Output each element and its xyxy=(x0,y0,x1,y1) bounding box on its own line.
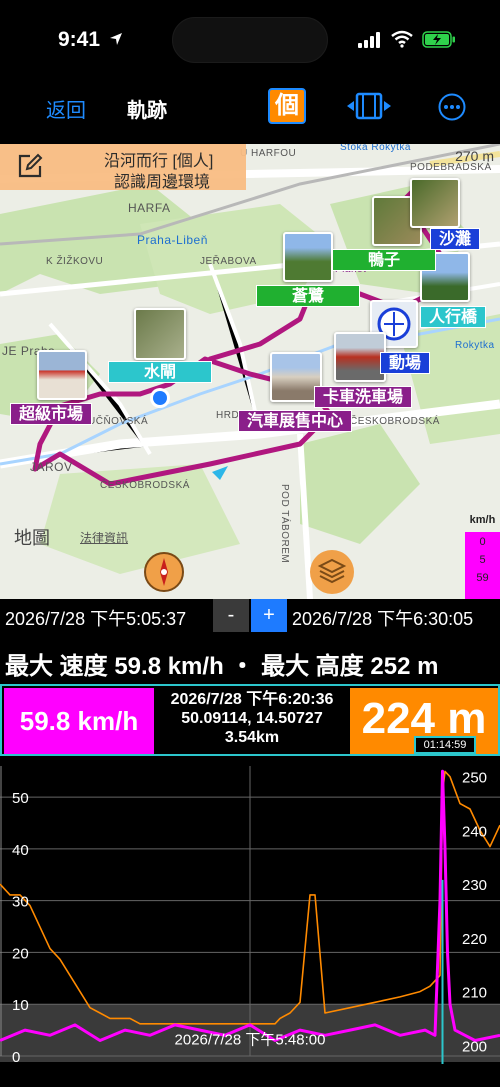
compass-icon xyxy=(160,558,168,586)
place-photo[interactable] xyxy=(334,332,386,382)
personal-mode-button[interactable]: 個 xyxy=(268,88,306,124)
start-time: 2026/7/28 下午5:05:37 xyxy=(5,609,187,629)
point-coordinates: 50.09114, 14.50727 xyxy=(181,710,323,727)
battery-icon xyxy=(422,31,455,48)
street-label: ČESKOBRODSKÁ xyxy=(350,416,440,427)
place-tag-beach[interactable]: 沙灘 xyxy=(430,228,481,250)
decrease-range-button[interactable]: - xyxy=(213,599,249,632)
street-label: JEŘABOVA xyxy=(200,256,257,267)
street-label: Stoka Rokytka xyxy=(340,144,411,153)
location-arrow-icon xyxy=(110,33,122,45)
chart-left-tick-label: 30 xyxy=(12,894,29,911)
chart-canvas[interactable]: 50 40 30 20 10 0 250 240 230 220 210 200 2026/7/28 下… xyxy=(0,756,500,1087)
street-label: UČŇOVSKÁ xyxy=(88,416,149,427)
layers-icon xyxy=(317,558,347,584)
street-label: Rokytka xyxy=(455,340,495,351)
street-label: JAROV xyxy=(30,460,73,474)
edit-icon[interactable] xyxy=(16,152,44,180)
place-tag-sports-field[interactable]: 動場 xyxy=(380,352,431,374)
place-tag-ducks[interactable]: 鴨子 xyxy=(332,249,436,271)
map-scale-label: 270 m xyxy=(455,148,494,164)
track-subtitle: 認識周邊環境 xyxy=(114,174,211,191)
compass-button[interactable] xyxy=(144,552,184,592)
more-options-icon[interactable] xyxy=(438,93,466,121)
place-photo[interactable] xyxy=(283,232,333,282)
increase-range-button[interactable]: + xyxy=(251,599,287,632)
place-photo[interactable] xyxy=(37,350,87,400)
place-photo[interactable] xyxy=(134,308,186,360)
chart-right-tick-label: 250 xyxy=(462,770,487,787)
chart-left-tick-label: 50 xyxy=(12,790,29,807)
place-tag-supermarket[interactable]: 超級市場 xyxy=(10,403,93,425)
point-info-panel: 59.8 km/h 2026/7/28 下午6:20:36 50.09114, … xyxy=(0,684,500,756)
chart-cursor-time-label: 2026/7/28 下午5:48:00 xyxy=(175,1032,326,1049)
track-info-banner[interactable]: 沿河而行 [個人] 認識周邊環境 xyxy=(0,144,246,191)
chart-right-tick-label: 230 xyxy=(462,877,487,894)
speed-altitude-chart[interactable]: 50 40 30 20 10 0 250 240 230 220 210 200 2026/7/28 下… xyxy=(0,756,500,1087)
place-tag-car-showroom[interactable]: 汽車展售中心 xyxy=(238,410,353,432)
back-button[interactable]: 返回 xyxy=(46,94,86,123)
chart-right-tick-label: 200 xyxy=(462,1038,487,1055)
point-distance: 3.54km xyxy=(224,729,280,746)
chart-right-tick-label: 220 xyxy=(462,931,487,948)
place-tag-heron[interactable]: 蒼鷺 xyxy=(256,285,360,307)
street-label: ČESKOBRODSKÁ xyxy=(100,480,190,491)
page-title: 軌跡 xyxy=(127,100,167,122)
maps-logo: 地圖 xyxy=(14,528,50,548)
street-label: Praha-Libeň xyxy=(137,233,208,247)
place-tag-truck-wash[interactable]: 卡車洗車場 xyxy=(314,386,413,408)
max-stats: 最大 速度 59.8 km/h ・ 最大 高度 252 m xyxy=(5,653,439,680)
speed-legend-value: 5 xyxy=(479,554,486,566)
point-datetime: 2026/7/28 下午6:20:36 xyxy=(170,691,334,708)
chart-left-tick-label: 40 xyxy=(12,842,29,859)
street-label: U HARFOU xyxy=(240,148,297,159)
elapsed-duration: 01:14:59 xyxy=(414,736,476,754)
dynamic-island xyxy=(172,17,328,63)
time-range-row: 2026/7/28 下午5:05:37 - + 2026/7/28 下午6:30… xyxy=(0,599,500,633)
navigation-bar: 返回 軌跡 個 xyxy=(0,80,500,144)
chart-left-tick-label: 0 xyxy=(12,1049,20,1066)
place-photo[interactable] xyxy=(410,178,460,228)
place-tag-sluice[interactable]: 水閘 xyxy=(108,361,212,383)
cellular-signal-icon xyxy=(358,32,380,48)
current-speed: 59.8 km/h xyxy=(4,688,154,754)
street-label: K ŽIŽKOVU xyxy=(46,256,104,267)
map-view[interactable]: HARFA Praha-Libeň K ŽIŽKOVU JEŘABOVA JE … xyxy=(0,144,500,599)
street-label: HARFA xyxy=(128,201,171,215)
point-details: 2026/7/28 下午6:20:36 50.09114, 14.50727 3… xyxy=(154,688,350,754)
end-time: 2026/7/28 下午6:30:05 xyxy=(292,609,474,629)
map-layers-button[interactable] xyxy=(310,550,354,594)
speed-legend-value: 59 xyxy=(476,572,489,584)
chart-left-tick-label: 20 xyxy=(12,945,29,962)
speed-legend-value: 0 xyxy=(479,536,486,548)
place-tag-footbridge[interactable]: 人行橋 xyxy=(420,306,487,328)
street-label: HRD xyxy=(216,410,240,421)
speed-legend-unit: km/h xyxy=(469,514,496,526)
street-label: POD TÁBOREM xyxy=(279,484,290,564)
wifi-icon xyxy=(391,30,413,48)
status-time: 9:41 xyxy=(58,28,101,51)
chart-right-tick-label: 240 xyxy=(462,823,487,840)
chart-right-tick-label: 210 xyxy=(462,985,487,1002)
speed-legend: km/h 0 5 59 xyxy=(465,514,500,599)
video-playback-icon[interactable] xyxy=(346,92,392,120)
status-bar: 9:41 xyxy=(0,0,500,80)
legal-link[interactable]: 法律資訊 xyxy=(80,529,128,546)
chart-left-tick-label: 10 xyxy=(12,997,29,1014)
